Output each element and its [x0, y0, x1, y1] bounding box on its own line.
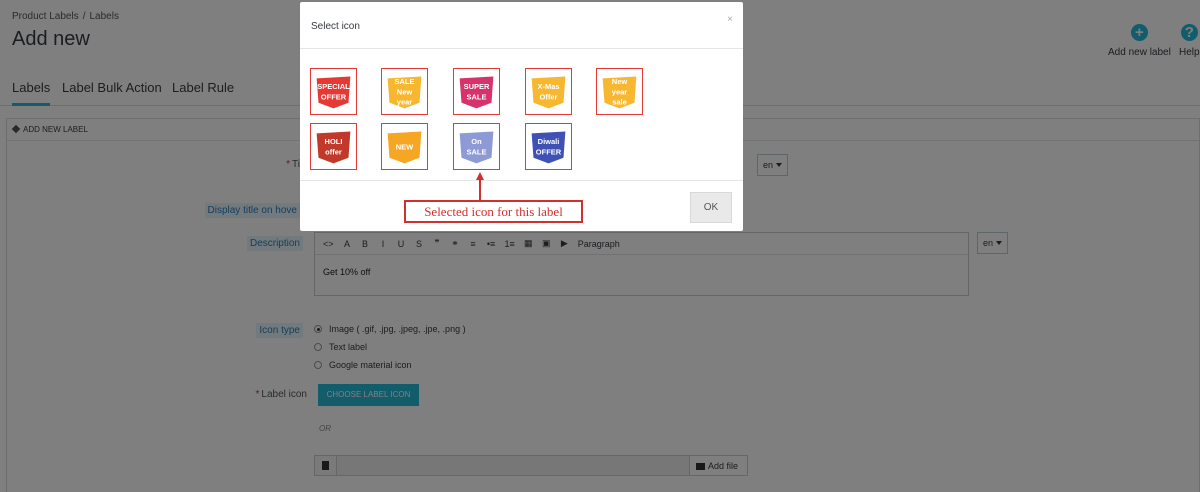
label-icon-special-offer[interactable]: SPECIAL OFFER [310, 68, 357, 115]
label-icon-graphic: X-MasOffer [531, 76, 566, 109]
label-icon-graphic: SALENew year [387, 76, 422, 109]
label-icon-graphic: HOLIoffer [316, 131, 351, 164]
icon-grid: SPECIAL OFFER SALE New year SUPER SALE X-Mas… [300, 50, 743, 181]
label-icon-holi-offer[interactable]: HOLI offer [310, 123, 357, 170]
modal-title: Select icon [311, 21, 360, 32]
icon-text: SALE [466, 147, 486, 156]
icon-text: New [612, 77, 628, 86]
label-icon-super-sale[interactable]: SUPER SALE [453, 68, 500, 115]
icon-text: OFFER [536, 147, 562, 156]
icon-text: HOLI [325, 137, 343, 146]
icon-text: X-Mas [537, 82, 559, 91]
label-icon-graphic: OnSALE [459, 131, 494, 164]
icon-text: SPECIAL [317, 82, 350, 91]
label-icon-new-year-sale[interactable]: New year sale [596, 68, 643, 115]
annotation-callout: Selected icon for this label [404, 200, 583, 223]
icon-text: Diwali [538, 137, 560, 146]
label-icon-graphic: NEW [387, 131, 422, 164]
icon-text: offer [325, 147, 342, 156]
icon-text: OFFER [321, 92, 347, 101]
icon-text: New [397, 87, 413, 96]
label-icon-graphic: DiwaliOFFER [531, 131, 566, 164]
label-icon-sale-new-year[interactable]: SALE New year [381, 68, 428, 115]
label-icon-graphic: Newyear sale [602, 76, 637, 109]
label-icon-diwali-offer[interactable]: Diwali OFFER [525, 123, 572, 170]
ok-button[interactable]: OK [690, 192, 732, 223]
modal-header: Select icon × [300, 2, 743, 49]
label-icon-new[interactable]: NEW [381, 123, 428, 170]
label-icon-graphic: SUPERSALE [459, 76, 494, 109]
label-icon-x-mas-offer[interactable]: X-Mas Offer [525, 68, 572, 115]
icon-text: year [397, 98, 413, 107]
close-icon[interactable]: × [727, 14, 733, 25]
icon-text: Offer [540, 92, 558, 101]
label-icon-graphic: SPECIALOFFER [316, 76, 351, 109]
label-icon-on-sale[interactable]: On SALE [453, 123, 500, 170]
select-icon-modal: Select icon × SPECIAL OFFER SALE New year S… [300, 2, 743, 231]
icon-text: SALE [466, 92, 486, 101]
icon-text: NEW [396, 142, 414, 151]
annotation-arrow-icon [476, 172, 484, 202]
icon-text: SUPER [464, 82, 490, 91]
icon-text: SALE [394, 77, 414, 86]
icon-text: On [471, 137, 482, 146]
icon-text: sale [612, 98, 627, 107]
icon-text: year [612, 87, 628, 96]
